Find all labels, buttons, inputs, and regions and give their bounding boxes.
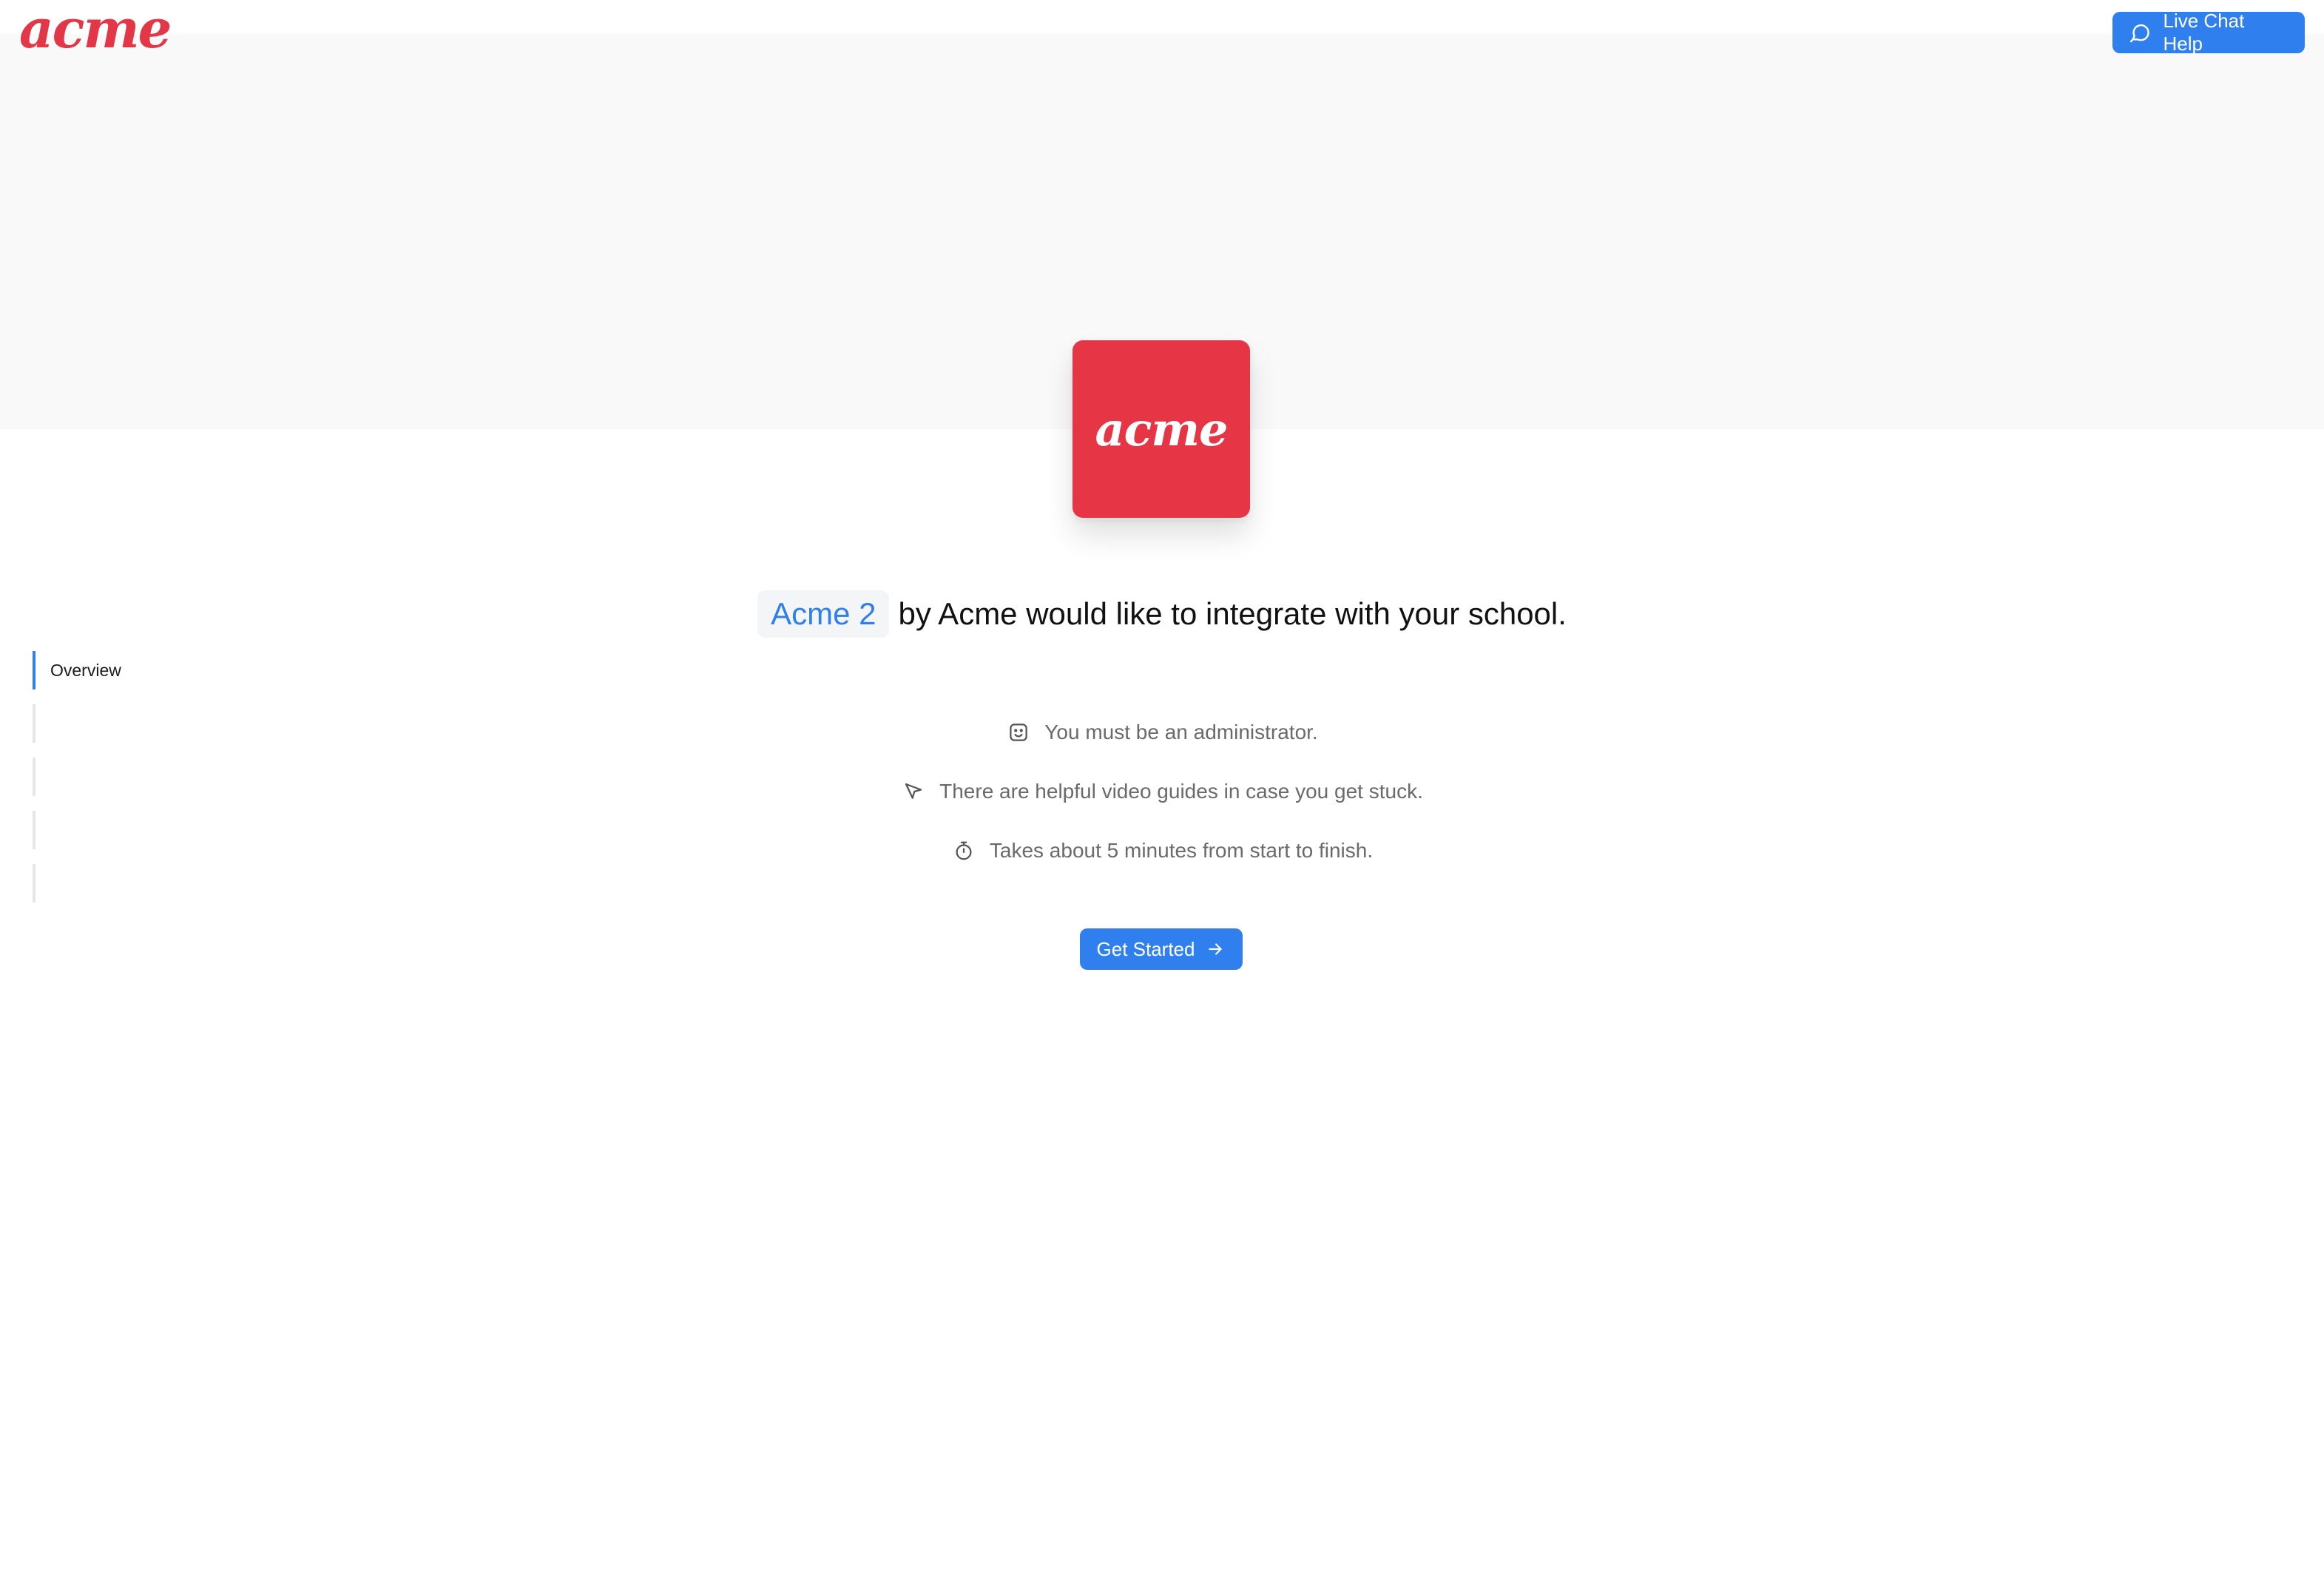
smiley-face-icon <box>1006 720 1031 745</box>
requirements-list: You must be an administrator. There are … <box>0 703 2324 880</box>
stopwatch-icon <box>951 838 976 863</box>
arrow-right-icon <box>1205 939 1226 959</box>
step-label: Overview <box>50 660 121 680</box>
top-bar <box>0 0 2324 34</box>
live-chat-help-button[interactable]: Live Chat Help <box>2112 10 2305 55</box>
requirement-item: There are helpful video guides in case y… <box>0 762 2324 821</box>
app-logo-tile: acme <box>1073 340 1250 518</box>
requirement-item: You must be an administrator. <box>0 703 2324 762</box>
brand-logo[interactable]: acme <box>19 2 172 55</box>
get-started-button[interactable]: Get Started <box>1080 928 1243 970</box>
requirement-text: You must be an administrator. <box>1044 721 1318 743</box>
app-logo-text: acme <box>1095 402 1229 456</box>
requirement-text: There are helpful video guides in case y… <box>939 780 1423 803</box>
live-chat-label: Live Chat Help <box>2163 10 2245 55</box>
get-started-label: Get Started <box>1096 937 1195 960</box>
chat-bubble-icon <box>2127 19 2153 46</box>
app-name-chip: Acme 2 <box>757 590 890 638</box>
requirement-item: Takes about 5 minutes from start to fini… <box>0 821 2324 880</box>
cursor-pointer-icon <box>901 779 926 804</box>
step-overview[interactable]: Overview <box>33 651 254 689</box>
headline-text: by Acme would like to integrate with you… <box>898 596 1567 631</box>
page-headline: Acme 2 by Acme would like to integrate w… <box>0 590 2324 638</box>
requirement-text: Takes about 5 minutes from start to fini… <box>989 839 1374 862</box>
